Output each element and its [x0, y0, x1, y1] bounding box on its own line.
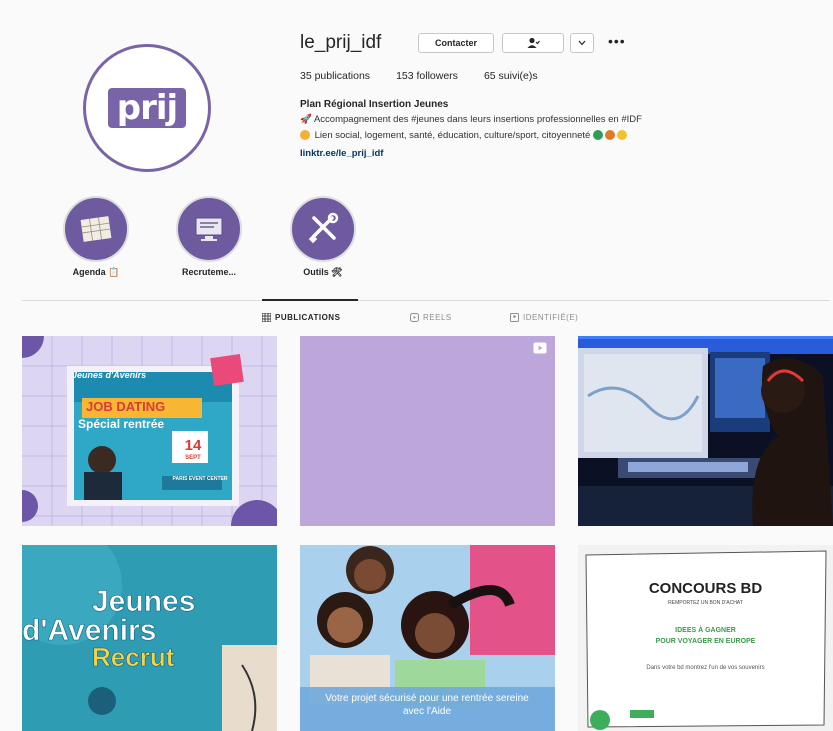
- bio-line-1-text: Accompagnement des #jeunes dans leurs in…: [313, 114, 642, 125]
- post-job-dating-subtitle: Spécial rentrée: [78, 417, 165, 431]
- profile-stats: 35 publications 153 followers 65 suivi(e…: [300, 70, 538, 82]
- grid-icon: [262, 313, 271, 322]
- tab-tagged[interactable]: IDENTIFIÉ(E): [510, 313, 578, 322]
- profile-avatar[interactable]: prij: [83, 44, 211, 172]
- highlight-recrutement-label: Recruteme...: [181, 267, 237, 277]
- bio-line-2-text: Lien social, logement, santé, éducation,…: [314, 130, 591, 141]
- post-job-dating[interactable]: [22, 336, 277, 526]
- post-job-dating-art: [22, 336, 277, 526]
- post-job-dating-title: JOB DATING: [86, 399, 166, 414]
- follow-button[interactable]: [502, 33, 564, 53]
- highlight-agenda-circle: [63, 196, 129, 262]
- active-tab-indicator: [262, 299, 358, 301]
- highlight-recrutement[interactable]: Recruteme...: [175, 196, 243, 277]
- tab-reels[interactable]: REELS: [410, 313, 452, 322]
- post-concours-green2: POUR VOYAGER EN EUROPE: [655, 638, 756, 645]
- monitor-icon: [195, 217, 223, 241]
- chevron-down-icon: [578, 40, 586, 46]
- suggested-accounts-button[interactable]: [570, 33, 594, 53]
- post-job-dating-day: 14: [184, 437, 202, 454]
- highlight-outils[interactable]: Outils 🛠: [289, 196, 357, 278]
- globe-emoji-icon: [592, 130, 603, 141]
- bio-line-1: 🚀 Accompagnement des #jeunes dans leurs …: [300, 114, 642, 125]
- post-gaming-photo-art: [578, 336, 833, 526]
- tools-icon: [308, 212, 339, 244]
- post-concours-subtitle: REMPORTEZ UN BON D'ACHAT: [668, 600, 743, 606]
- tab-reels-label: REELS: [423, 313, 452, 322]
- highlight-agenda-label: Agenda 📋: [72, 267, 120, 277]
- post-three-women-caption: Votre projet sécurisé pour une rentrée s…: [325, 693, 529, 717]
- tab-tagged-label: IDENTIFIÉ(E): [523, 313, 579, 322]
- avatar-logo-text: prij: [108, 88, 186, 128]
- tabs-divider: [22, 300, 830, 301]
- highlight-outils-circle: [290, 196, 356, 262]
- rocket-emoji-icon: 🚀: [300, 114, 312, 125]
- publications-count: 35 publications: [300, 70, 371, 82]
- reels-icon: [410, 313, 419, 322]
- post-job-dating-place: PARIS EVENT CENTER: [172, 476, 228, 482]
- following-count[interactable]: 65 suivi(e)s: [484, 70, 538, 82]
- post-gaming-photo[interactable]: [578, 336, 833, 526]
- contact-button[interactable]: Contacter: [418, 33, 494, 53]
- instagram-profile-page: prij le_prij_idf Contacter ••• 35 public…: [0, 0, 833, 731]
- post-job-dating-brand: Jeunes d'Avenirs: [72, 370, 147, 380]
- person-check-icon: [527, 37, 540, 48]
- tagged-icon: [510, 313, 519, 322]
- options-menu-icon[interactable]: •••: [608, 33, 626, 49]
- reel-indicator-icon: [533, 342, 547, 354]
- post-jeunes-line3: Recrut: [92, 642, 175, 673]
- post-reel-purple[interactable]: [300, 336, 555, 526]
- post-concours-green1: IDEES À GAGNER: [675, 627, 736, 634]
- bio-link[interactable]: linktr.ee/le_prij_idf: [300, 148, 383, 159]
- followers-count[interactable]: 153 followers: [396, 70, 458, 82]
- post-job-dating-month: SEPT: [185, 455, 201, 461]
- tab-publications[interactable]: PUBLICATIONS: [262, 313, 340, 322]
- profile-username: le_prij_idf: [300, 32, 382, 53]
- smile-emoji-icon: [616, 130, 627, 141]
- people-emoji-icon: [604, 130, 615, 141]
- highlight-recrutement-circle: [176, 196, 242, 262]
- heart-emoji-icon: [300, 130, 310, 141]
- tab-publications-label: PUBLICATIONS: [275, 313, 341, 322]
- highlight-agenda[interactable]: Agenda 📋: [62, 196, 130, 278]
- post-concours-body: Dans votre bd montrez l'un de vos souven…: [646, 665, 765, 671]
- bio-line-2: Lien social, logement, santé, éducation,…: [300, 130, 629, 141]
- highlight-outils-label: Outils 🛠: [303, 267, 343, 277]
- bio-name: Plan Régional Insertion Jeunes: [300, 99, 449, 110]
- post-concours-title: CONCOURS BD: [648, 580, 763, 597]
- calendar-icon: [80, 216, 112, 242]
